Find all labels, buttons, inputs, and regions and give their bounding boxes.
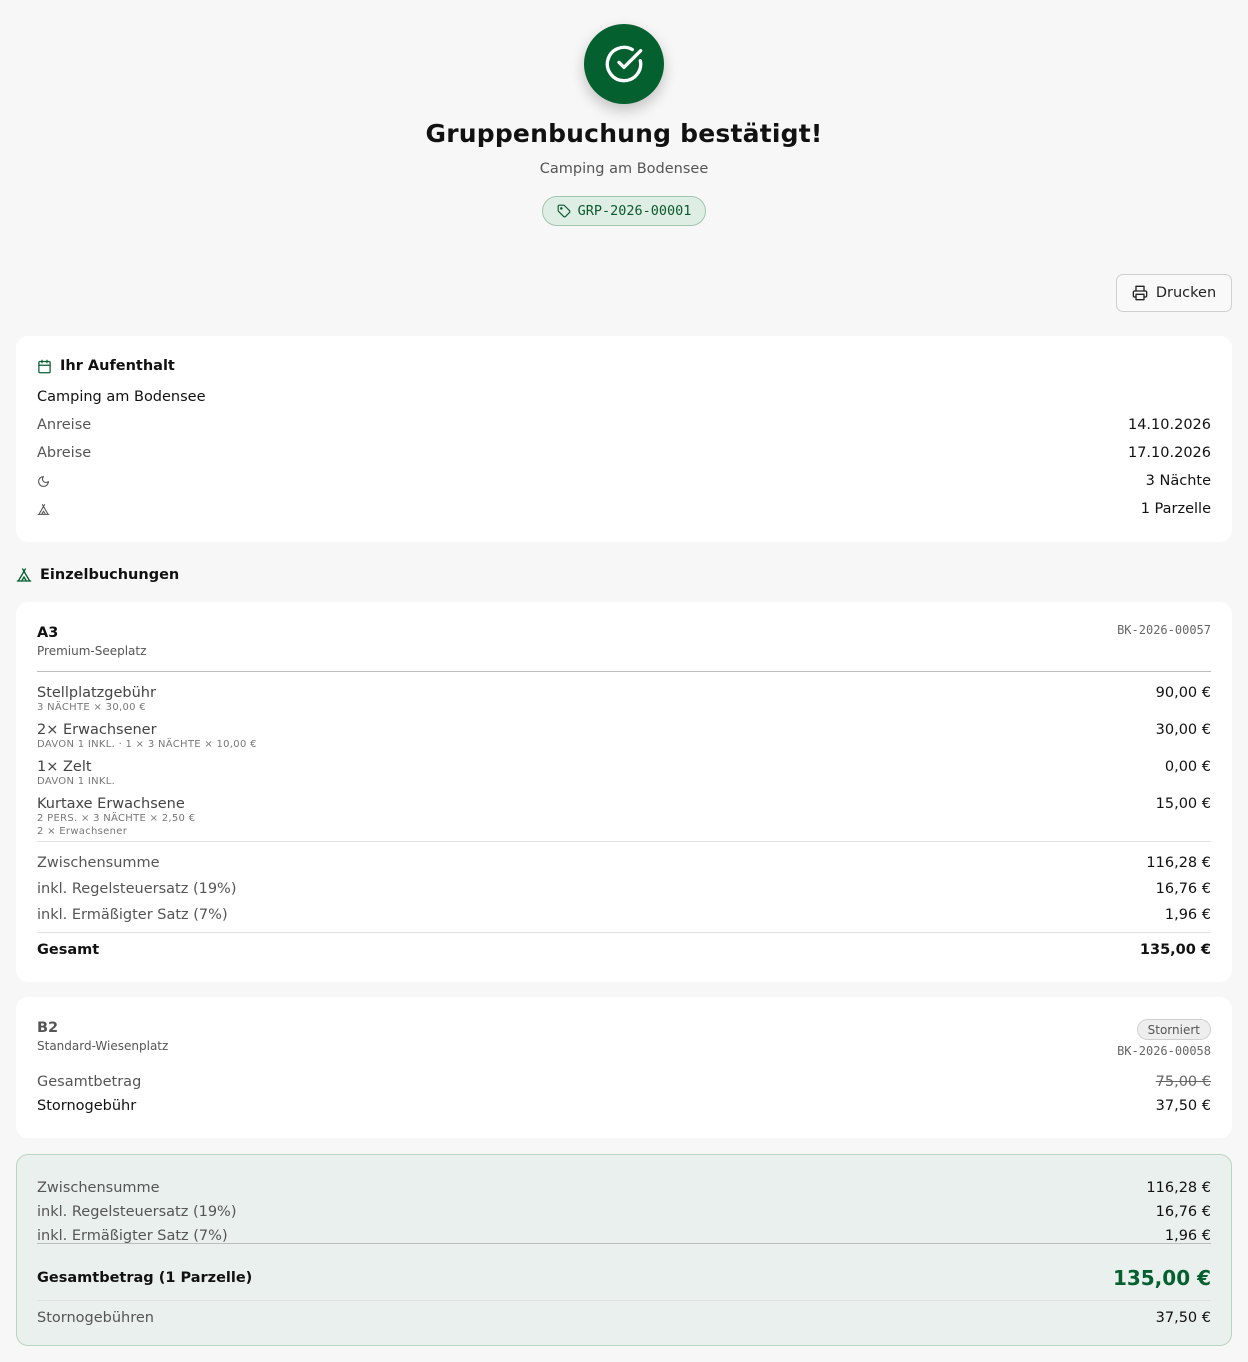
- stay-heading: Ihr Aufenthalt: [37, 358, 175, 374]
- plots-value: 1 Parzelle: [1140, 501, 1211, 517]
- vat7-value: 1,96 €: [1164, 907, 1211, 923]
- summary-vat19-row: inkl. Regelsteuersatz (19%) 16,76 €: [37, 1204, 1211, 1220]
- amount-row: Gesamtbetrag 75,00 €: [37, 1074, 1211, 1090]
- stay-card: Ihr Aufenthalt Camping am Bodensee Anrei…: [16, 336, 1232, 542]
- check-circle-icon: [605, 45, 643, 83]
- line-item: Kurtaxe Erwachsene 2 PERS. × 3 NÄCHTE × …: [37, 796, 1211, 838]
- page-title: Gruppenbuchung bestätigt!: [425, 119, 823, 148]
- divider: [37, 841, 1211, 842]
- cancellation-fee-value: 37,50 €: [1155, 1098, 1211, 1114]
- campsite-subtitle: Camping am Bodensee: [539, 161, 709, 177]
- booking-total-label: Gesamt: [37, 942, 100, 958]
- cancellation-total-value: 37,50 €: [1155, 1310, 1211, 1326]
- nights-row: 3 Nächte: [37, 473, 1211, 489]
- divider: [37, 1300, 1211, 1301]
- line-item-detail: DAVON 1 INKL. · 1 × 3 NÄCHTE × 10,00 €: [37, 739, 257, 750]
- vat19-row: inkl. Regelsteuersatz (19%) 16,76 €: [37, 881, 1211, 897]
- line-item-detail-secondary: 2 × Erwachsener: [37, 826, 128, 837]
- amount-value-cancelled: 75,00 €: [1155, 1074, 1211, 1090]
- arrival-label: Anreise: [37, 417, 92, 433]
- stay-site-name: Camping am Bodensee: [37, 389, 206, 405]
- plot-name: A3: [37, 625, 59, 641]
- cancellation-total-row: Stornogebühren 37,50 €: [37, 1310, 1211, 1326]
- booking-code: BK-2026-00057: [1117, 623, 1211, 637]
- booking-total-row: Gesamt 135,00 €: [37, 942, 1211, 958]
- line-item-name: 2× Erwachsener: [37, 722, 157, 738]
- bookings-heading: Einzelbuchungen: [16, 567, 179, 583]
- line-item: 1× Zelt DAVON 1 INKL. 0,00 €: [37, 759, 1211, 788]
- group-reference-code: GRP-2026-00001: [577, 203, 692, 219]
- grand-total-value: 135,00 €: [1112, 1266, 1211, 1290]
- subtotal-value: 116,28 €: [1146, 855, 1211, 871]
- cancellation-total-label: Stornogebühren: [37, 1310, 154, 1326]
- print-button-label: Drucken: [1155, 285, 1217, 301]
- divider: [37, 1243, 1211, 1244]
- summary-card: Zwischensumme 116,28 € inkl. Regelsteuer…: [16, 1154, 1232, 1346]
- arrival-value: 14.10.2026: [1127, 417, 1211, 433]
- vat7-label: inkl. Ermäßigter Satz (7%): [37, 907, 228, 923]
- summary-vat19-value: 16,76 €: [1155, 1204, 1211, 1220]
- plots-row: 1 Parzelle: [37, 501, 1211, 517]
- success-check-badge: [584, 24, 664, 104]
- tent-icon: [16, 568, 32, 582]
- summary-vat7-value: 1,96 €: [1164, 1228, 1211, 1244]
- grand-total-label: Gesamtbetrag (1 Parzelle): [37, 1270, 253, 1286]
- line-item-amount: 15,00 €: [1155, 796, 1211, 812]
- line-item-amount: 0,00 €: [1164, 759, 1211, 775]
- amount-label: Gesamtbetrag: [37, 1074, 142, 1090]
- summary-vat7-label: inkl. Ermäßigter Satz (7%): [37, 1228, 228, 1244]
- booking-total-value: 135,00 €: [1139, 942, 1211, 958]
- cancellation-fee-row: Stornogebühr 37,50 €: [37, 1098, 1211, 1114]
- line-item-name: Stellplatzgebühr: [37, 685, 156, 701]
- line-item: Stellplatzgebühr 3 NÄCHTE × 30,00 € 90,0…: [37, 685, 1211, 714]
- plot-name: B2: [37, 1020, 59, 1036]
- group-reference-badge: GRP-2026-00001: [542, 196, 706, 226]
- nights-value: 3 Nächte: [1145, 473, 1211, 489]
- line-item-detail: DAVON 1 INKL.: [37, 776, 116, 787]
- tent-icon: [37, 503, 50, 515]
- line-item-name: Kurtaxe Erwachsene: [37, 796, 185, 812]
- departure-value: 17.10.2026: [1127, 445, 1211, 461]
- summary-vat7-row: inkl. Ermäßigter Satz (7%) 1,96 €: [37, 1228, 1211, 1244]
- plot-type: Standard-Wiesenplatz: [37, 1039, 169, 1053]
- vat19-value: 16,76 €: [1155, 881, 1211, 897]
- booking-card-b2: B2 Standard-Wiesenplatz Storniert BK-202…: [16, 997, 1232, 1138]
- line-item-name: 1× Zelt: [37, 759, 92, 775]
- departure-row: Abreise 17.10.2026: [37, 445, 1211, 461]
- divider: [37, 671, 1211, 672]
- subtotal-label: Zwischensumme: [37, 855, 160, 871]
- print-button[interactable]: Drucken: [1116, 274, 1232, 312]
- booking-code: BK-2026-00058: [1117, 1044, 1211, 1058]
- vat7-row: inkl. Ermäßigter Satz (7%) 1,96 €: [37, 907, 1211, 923]
- printer-icon: [1132, 285, 1148, 301]
- arrival-row: Anreise 14.10.2026: [37, 417, 1211, 433]
- calendar-icon: [38, 359, 51, 373]
- line-item-detail: 2 PERS. × 3 NÄCHTE × 2,50 €: [37, 813, 196, 824]
- bookings-heading-label: Einzelbuchungen: [40, 567, 180, 583]
- status-badge: Storniert: [1136, 1019, 1211, 1040]
- line-item-detail: 3 NÄCHTE × 30,00 €: [37, 702, 146, 713]
- stay-heading-label: Ihr Aufenthalt: [60, 358, 175, 374]
- booking-card-a3: A3 Premium-Seeplatz BK-2026-00057 Stellp…: [16, 602, 1232, 982]
- divider: [37, 932, 1211, 933]
- cancellation-fee-label: Stornogebühr: [37, 1098, 137, 1114]
- grand-total-row: Gesamtbetrag (1 Parzelle) 135,00 €: [37, 1266, 1211, 1290]
- line-item: 2× Erwachsener DAVON 1 INKL. · 1 × 3 NÄC…: [37, 722, 1211, 751]
- subtotal-row: Zwischensumme 116,28 €: [37, 855, 1211, 871]
- line-item-amount: 30,00 €: [1155, 722, 1211, 738]
- summary-subtotal-label: Zwischensumme: [37, 1180, 160, 1196]
- vat19-label: inkl. Regelsteuersatz (19%): [37, 881, 237, 897]
- plot-type: Premium-Seeplatz: [37, 644, 147, 658]
- moon-icon: [38, 475, 49, 487]
- summary-vat19-label: inkl. Regelsteuersatz (19%): [37, 1204, 237, 1220]
- summary-subtotal-row: Zwischensumme 116,28 €: [37, 1180, 1211, 1196]
- summary-subtotal-value: 116,28 €: [1146, 1180, 1211, 1196]
- tag-icon: [557, 204, 571, 218]
- departure-label: Abreise: [37, 445, 92, 461]
- line-item-amount: 90,00 €: [1155, 685, 1211, 701]
